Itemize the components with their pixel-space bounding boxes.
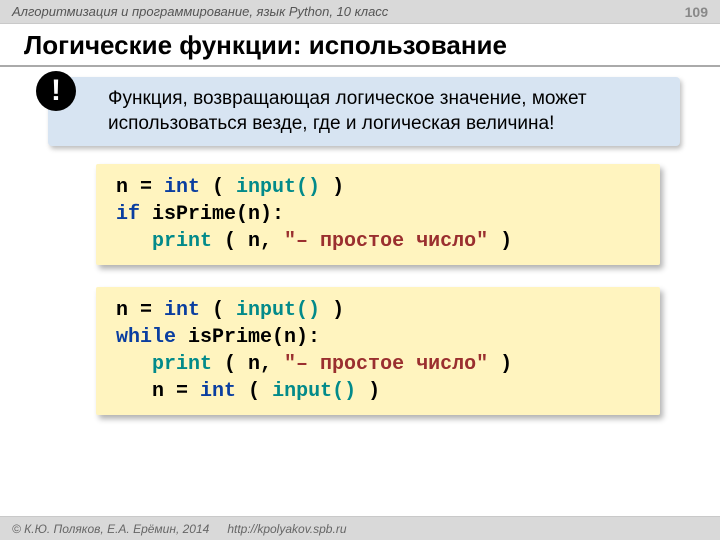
- code-function: input(): [236, 299, 320, 322]
- code-string: "– простое число": [284, 230, 488, 253]
- code-function: input(): [272, 380, 356, 403]
- code-string: "– простое число": [284, 353, 488, 376]
- code-text: n =: [116, 299, 164, 322]
- code-text: ): [488, 230, 512, 253]
- course-name: Алгоритмизация и программирование, язык …: [12, 4, 388, 19]
- callout: ! Функция, возвращающая логическое значе…: [48, 77, 680, 146]
- code-text: ): [320, 299, 344, 322]
- code-keyword: int: [164, 176, 200, 199]
- code-text: ( n,: [212, 353, 284, 376]
- page-number: 109: [685, 4, 708, 20]
- code-indent: [116, 380, 152, 403]
- slide-footer: © К.Ю. Поляков, Е.А. Ерёмин, 2014 http:/…: [0, 516, 720, 540]
- code-text: (: [200, 176, 236, 199]
- code-text: ): [488, 353, 512, 376]
- code-indent: [116, 230, 152, 253]
- code-keyword: int: [200, 380, 236, 403]
- code-text: ): [320, 176, 344, 199]
- code-text: n =: [116, 176, 164, 199]
- slide-title: Логические функции: использование: [0, 24, 720, 67]
- code-text: (: [236, 380, 272, 403]
- code-text: n =: [152, 380, 200, 403]
- code-function: print: [152, 353, 212, 376]
- copyright: © К.Ю. Поляков, Е.А. Ерёмин, 2014: [12, 522, 209, 536]
- code-text: isPrime(n):: [140, 203, 284, 226]
- code-keyword: while: [116, 326, 176, 349]
- code-keyword: int: [164, 299, 200, 322]
- slide-header: Алгоритмизация и программирование, язык …: [0, 0, 720, 24]
- code-text: (: [200, 299, 236, 322]
- code-text: ): [356, 380, 380, 403]
- code-block-while: n = int ( input() ) while isPrime(n): pr…: [96, 287, 660, 415]
- code-keyword: if: [116, 203, 140, 226]
- footer-url: http://kpolyakov.spb.ru: [227, 522, 346, 536]
- code-text: isPrime(n):: [176, 326, 320, 349]
- code-indent: [116, 353, 152, 376]
- code-block-if: n = int ( input() ) if isPrime(n): print…: [96, 164, 660, 265]
- callout-text: Функция, возвращающая логическое значени…: [48, 77, 680, 146]
- code-function: input(): [236, 176, 320, 199]
- code-function: print: [152, 230, 212, 253]
- code-text: ( n,: [212, 230, 284, 253]
- exclamation-icon: !: [36, 71, 76, 111]
